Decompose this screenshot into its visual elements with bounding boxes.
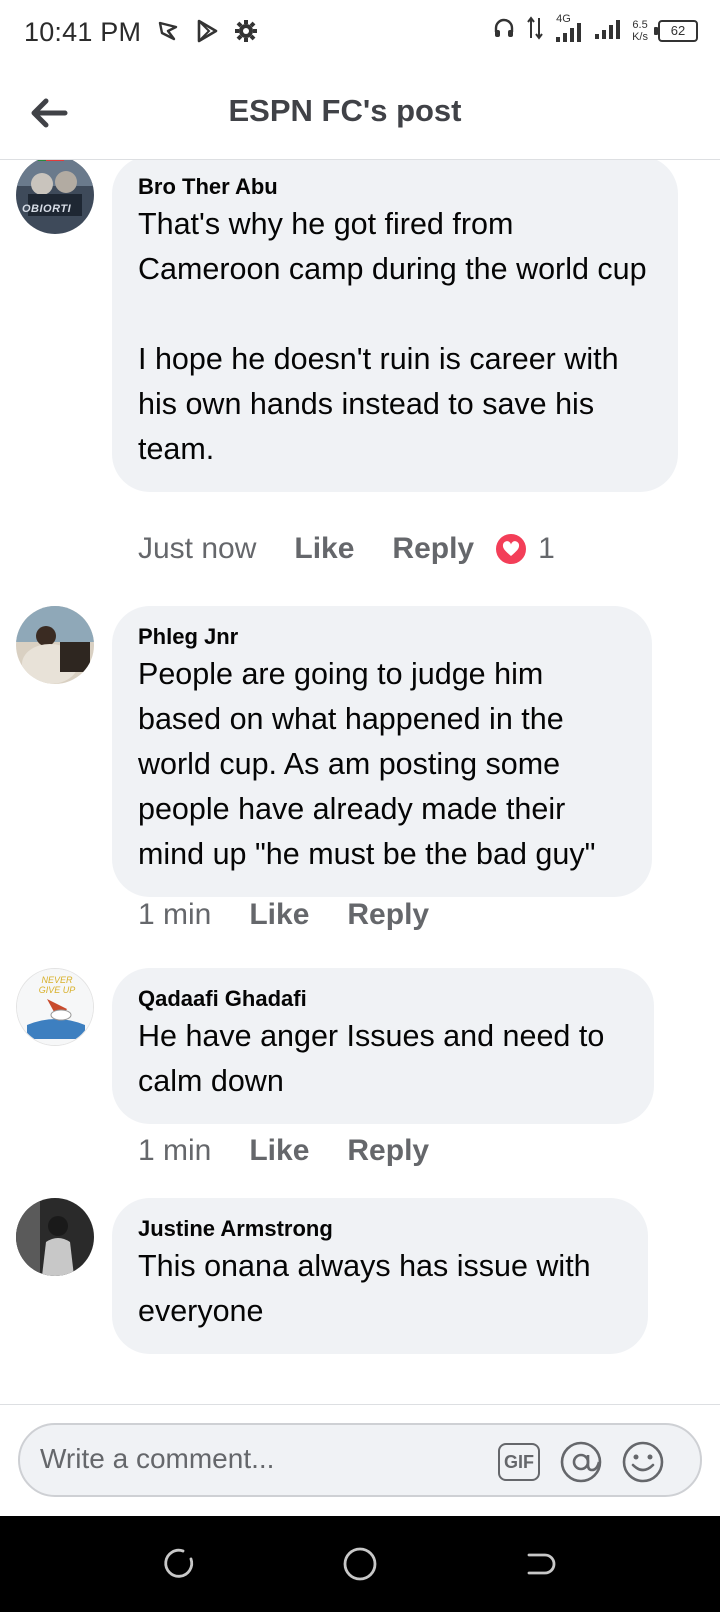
signal-icon [594, 16, 622, 45]
home-button[interactable] [340, 1544, 380, 1584]
play-store-icon [194, 18, 220, 49]
heart-icon [494, 532, 529, 566]
comment-author[interactable]: Qadaafi Ghadafi [138, 984, 628, 1014]
comment-bubble[interactable]: Phleg Jnr People are going to judge him … [112, 606, 652, 897]
recents-button[interactable] [160, 1544, 200, 1584]
comments-list[interactable]: OBIORTI Bro Ther Abu That's why he got f… [0, 160, 720, 1404]
comment-time: 1 min [138, 1134, 212, 1167]
page-title: ESPN FC's post [228, 93, 462, 128]
comment-input[interactable] [40, 1443, 480, 1475]
system-nav-bar [0, 1516, 720, 1612]
comment-input-box[interactable]: GIF [18, 1423, 702, 1497]
status-left-icons [156, 18, 258, 49]
battery-level: 62 [670, 22, 686, 38]
speed-unit: K/s [632, 30, 648, 43]
speed-value: 6.5 [632, 18, 648, 31]
comment-bubble[interactable]: Justine Armstrong This onana always has … [112, 1198, 648, 1354]
gif-label: GIF [504, 1451, 534, 1472]
gif-button[interactable]: GIF [496, 1439, 542, 1485]
comment-author[interactable]: Justine Armstrong [138, 1214, 622, 1244]
avatar[interactable] [16, 1198, 94, 1276]
comment-time: 1 min [138, 898, 212, 931]
reply-button[interactable]: Reply [347, 898, 429, 932]
gif-icon: GIF [498, 1443, 540, 1481]
comment-bubble[interactable]: Bro Ther Abu That's why he got fired fro… [112, 160, 678, 492]
home-circle-icon [343, 1547, 377, 1581]
comment-composer: GIF [0, 1404, 720, 1516]
comment-text: That's why he got fired from Cameroon ca… [138, 207, 647, 466]
comment-bubble[interactable]: Qadaafi Ghadafi He have anger Issues and… [112, 968, 654, 1124]
like-button[interactable]: Like [249, 898, 309, 932]
status-time: 10:41 PM [24, 17, 142, 47]
reaction-summary[interactable]: 1 [494, 532, 555, 566]
post-header: ESPN FC's post [0, 66, 720, 160]
data-transfer-icon [526, 16, 544, 45]
reply-button[interactable]: Reply [347, 1134, 429, 1168]
comment-text: He have anger Issues and need to calm do… [138, 1019, 605, 1098]
app-notification-icon [156, 19, 180, 48]
avatar[interactable]: NEVER GIVE UP [16, 968, 94, 1046]
like-button[interactable]: Like [249, 1134, 309, 1168]
comment-text: This onana always has issue with everyon… [138, 1249, 591, 1328]
like-button[interactable]: Like [294, 532, 354, 566]
avatar[interactable]: OBIORTI [16, 160, 94, 234]
smiley-icon [622, 1441, 664, 1483]
avatar[interactable] [16, 606, 94, 684]
back-nav-button[interactable] [520, 1544, 560, 1584]
avatar-caption: OBIORTI [22, 203, 72, 215]
status-bar: 10:41 PM 4G 6.5 K/s 62 [0, 0, 720, 66]
emoji-button[interactable] [620, 1439, 666, 1485]
comment-author[interactable]: Phleg Jnr [138, 622, 626, 652]
network-speed: 6.5 K/s [632, 19, 648, 43]
battery-icon: 62 [654, 19, 698, 42]
comment-text: People are going to judge him based on w… [138, 657, 596, 871]
comment-actions: 1 min Like Reply [138, 898, 467, 932]
settings-gear-icon [234, 19, 258, 48]
avatar-caption: NEVER GIVE UP [38, 975, 76, 995]
at-sign-icon [560, 1441, 602, 1483]
back-nav-icon [527, 1553, 556, 1575]
comment-time: Just now [138, 532, 257, 565]
network-type: 4G [556, 12, 571, 25]
headphones-icon [492, 16, 516, 45]
comment-actions: 1 min Like Reply [138, 1134, 467, 1168]
mention-button[interactable] [558, 1439, 604, 1485]
signal-4g-icon: 4G [554, 13, 584, 43]
status-right-icons: 4G 6.5 K/s 62 [492, 13, 698, 45]
recents-icon [164, 1548, 194, 1578]
reply-button[interactable]: Reply [392, 532, 474, 566]
comment-author[interactable]: Bro Ther Abu [138, 172, 652, 202]
comment-actions: Just now Like Reply 1 [138, 532, 555, 566]
reaction-count: 1 [538, 532, 555, 565]
